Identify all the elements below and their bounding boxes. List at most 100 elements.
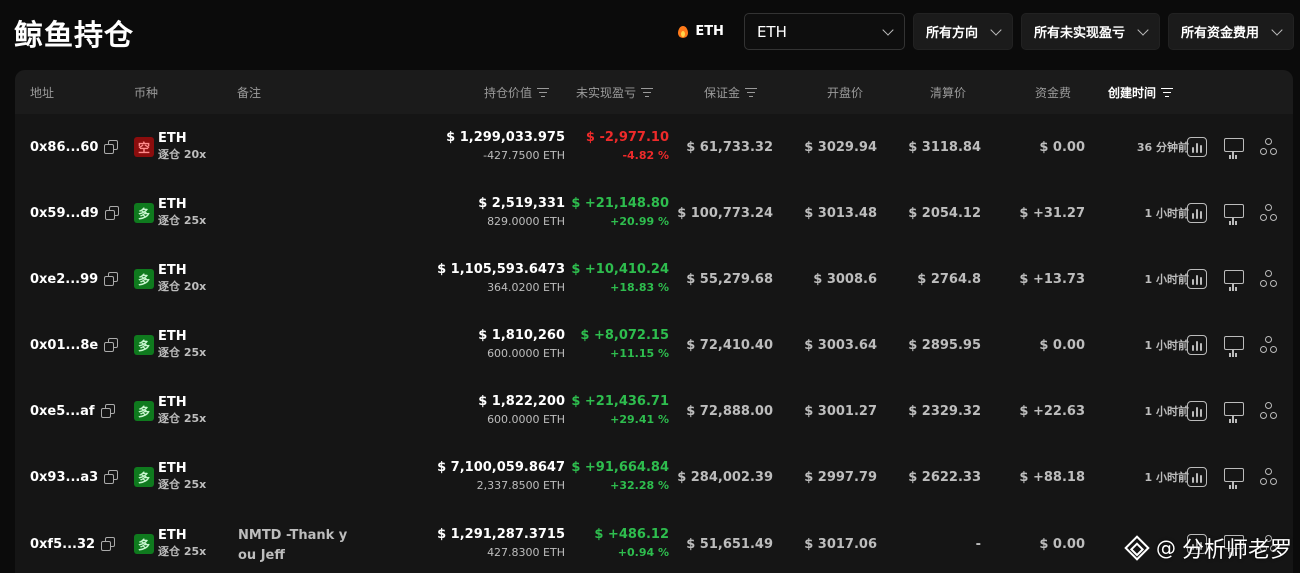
- pnl-percent: +29.41 %: [610, 413, 669, 426]
- coin-name: ETH: [158, 263, 187, 278]
- pnl-value: $ +8,072.15: [580, 328, 669, 343]
- monitor-icon[interactable]: [1223, 203, 1244, 223]
- share-icon[interactable]: [1259, 137, 1279, 157]
- pnl-percent: +18.83 %: [610, 281, 669, 294]
- col-margin[interactable]: 保证金: [704, 70, 757, 114]
- col-position-value[interactable]: 持仓价值: [484, 70, 549, 114]
- created-time: 1 小时前: [1144, 471, 1189, 484]
- monitor-icon[interactable]: [1223, 335, 1244, 355]
- table-row[interactable]: 0x01...8e 多 ETH 逐仓 25x $ 1,810,260 600.0000 E…: [15, 312, 1293, 378]
- table-row[interactable]: 0xf5...32 多 ETH 逐仓 25x NMTD -Thank you Jeff $…: [15, 511, 1293, 573]
- table-row[interactable]: 0x59...d9 多 ETH 逐仓 25x $ 2,519,331 829.0000 E…: [15, 180, 1293, 246]
- chevron-down-icon: [990, 23, 1002, 36]
- entry-price: $ 3008.6: [813, 271, 877, 287]
- position-value-cell: $ 1,822,200 600.0000 ETH: [478, 378, 565, 444]
- pnl-cell: $ +21,148.80 +20.99 %: [571, 180, 669, 246]
- coin-leverage: 逐仓 25x: [158, 478, 207, 491]
- symbol-select[interactable]: ETH: [743, 13, 905, 50]
- position-value: $ 7,100,059.8647: [437, 460, 565, 475]
- position-value: $ 2,519,331: [478, 196, 565, 211]
- chart-icon[interactable]: [1187, 203, 1207, 223]
- chart-icon[interactable]: [1187, 401, 1207, 421]
- created-time: 1 小时前: [1144, 207, 1189, 220]
- chart-icon[interactable]: [1187, 335, 1207, 355]
- share-icon[interactable]: [1259, 467, 1279, 487]
- coin-cell: 多 ETH 逐仓 25x: [134, 511, 206, 573]
- address-cell: 0x59...d9: [30, 180, 119, 246]
- table-row[interactable]: 0xe5...af 多 ETH 逐仓 25x $ 1,822,200 600.0000 E…: [15, 378, 1293, 444]
- chart-icon[interactable]: [1187, 137, 1207, 157]
- created-time: 1 小时前: [1144, 273, 1189, 286]
- funding-value: $ +88.18: [1019, 469, 1085, 485]
- position-value-cell: $ 1,105,593.6473 364.0200 ETH: [437, 246, 565, 312]
- copy-icon[interactable]: [104, 206, 119, 220]
- share-icon[interactable]: [1259, 203, 1279, 223]
- position-value-cell: $ 1,299,033.975 -427.7500 ETH: [446, 114, 565, 180]
- pnl-percent: -4.82 %: [622, 149, 669, 162]
- col-unrealized-pnl-label: 未实现盈亏: [575, 85, 636, 100]
- col-created-time[interactable]: 创建时间: [1108, 70, 1174, 114]
- funding-filter[interactable]: 所有资金费用: [1167, 13, 1294, 50]
- watermark-at: @: [1155, 536, 1176, 560]
- direction-filter[interactable]: 所有方向: [912, 13, 1013, 50]
- address-text[interactable]: 0xe2...99: [30, 272, 98, 287]
- row-actions: [1187, 114, 1279, 180]
- address-text[interactable]: 0x59...d9: [30, 206, 99, 221]
- table-row[interactable]: 0x93...a3 多 ETH 逐仓 25x $ 7,100,059.8647 2,337…: [15, 444, 1293, 510]
- monitor-icon[interactable]: [1223, 467, 1244, 487]
- copy-icon[interactable]: [104, 338, 119, 352]
- coin-info: ETH 逐仓 20x: [158, 131, 206, 163]
- asset-tag[interactable]: ETH: [677, 24, 724, 39]
- share-icon[interactable]: [1259, 269, 1279, 289]
- side-badge: 多: [134, 534, 154, 554]
- position-size: -427.7500 ETH: [483, 149, 565, 162]
- funding-filter-value: 所有资金费用: [1180, 26, 1259, 41]
- chart-icon[interactable]: [1187, 467, 1207, 487]
- sort-icon: [745, 87, 757, 97]
- share-icon[interactable]: [1259, 401, 1279, 421]
- coin-info: ETH 逐仓 20x: [158, 263, 206, 295]
- copy-icon[interactable]: [100, 404, 115, 418]
- pnl-filter[interactable]: 所有未实现盈亏: [1020, 13, 1160, 50]
- position-value-cell: $ 1,291,287.3715 427.8300 ETH: [437, 511, 565, 573]
- position-value: $ 1,822,200: [478, 394, 565, 409]
- chart-icon[interactable]: [1187, 269, 1207, 289]
- address-text[interactable]: 0xe5...af: [30, 404, 95, 419]
- table-row[interactable]: 0xe2...99 多 ETH 逐仓 20x $ 1,105,593.6473 364.0…: [15, 246, 1293, 312]
- copy-icon[interactable]: [101, 537, 116, 551]
- created-time: 1 小时前: [1144, 405, 1189, 418]
- col-unrealized-pnl[interactable]: 未实现盈亏: [576, 70, 653, 114]
- coin-info: ETH 逐仓 25x: [158, 461, 206, 493]
- address-text[interactable]: 0x86...60: [30, 140, 98, 155]
- coin-cell: 多 ETH 逐仓 20x: [134, 246, 206, 312]
- chevron-down-icon: [1271, 23, 1283, 36]
- entry-price: $ 3017.06: [804, 536, 877, 552]
- position-value: $ 1,810,260: [478, 328, 565, 343]
- liquidation-price: $ 2622.33: [908, 469, 981, 485]
- table-row[interactable]: 0x86...60 空 ETH 逐仓 20x $ 1,299,033.975 -427.7…: [15, 114, 1293, 180]
- funding-value: $ 0.00: [1039, 139, 1085, 155]
- pnl-cell: $ -2,977.10 -4.82 %: [586, 114, 669, 180]
- entry-price: $ 3029.94: [804, 139, 877, 155]
- coin-name: ETH: [158, 461, 187, 476]
- entry-price: $ 2997.79: [804, 469, 877, 485]
- direction-filter-value: 所有方向: [925, 26, 978, 41]
- copy-icon[interactable]: [104, 140, 119, 154]
- coin-cell: 多 ETH 逐仓 25x: [134, 378, 206, 444]
- address-text[interactable]: 0x01...8e: [30, 338, 98, 353]
- pnl-value: $ +21,436.71: [571, 394, 669, 409]
- share-icon[interactable]: [1259, 335, 1279, 355]
- row-actions: [1187, 180, 1279, 246]
- row-actions: [1187, 312, 1279, 378]
- copy-icon[interactable]: [104, 272, 119, 286]
- monitor-icon[interactable]: [1223, 269, 1244, 289]
- monitor-icon[interactable]: [1223, 401, 1244, 421]
- address-text[interactable]: 0x93...a3: [30, 470, 98, 485]
- liquidation-price: $ 2054.12: [908, 205, 981, 221]
- pnl-value: $ -2,977.10: [585, 130, 669, 145]
- monitor-icon[interactable]: [1223, 137, 1244, 157]
- copy-icon[interactable]: [104, 470, 119, 484]
- col-coin: 币种: [134, 85, 159, 100]
- pnl-value: $ +10,410.24: [571, 262, 669, 277]
- address-text[interactable]: 0xf5...32: [30, 537, 95, 552]
